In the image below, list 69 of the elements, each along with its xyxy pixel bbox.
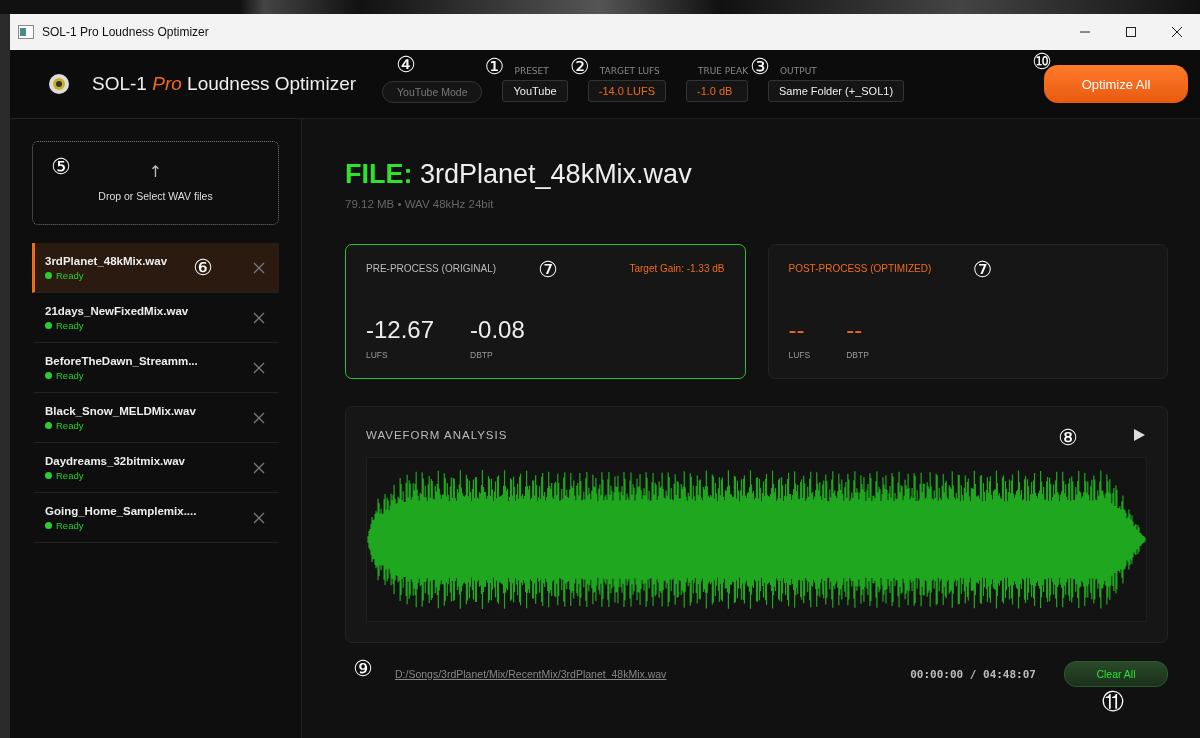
callout-number: ⑥ <box>193 257 213 279</box>
file-info: 79.12 MB • WAV 48kHz 24bit <box>345 198 495 210</box>
metric-value: -- <box>846 316 864 344</box>
playback-time: 00:00:00 / 04:48:07 <box>910 667 1036 681</box>
status-label: Ready <box>56 319 84 331</box>
mode-button[interactable]: YouTube Mode <box>382 81 483 103</box>
field-label: TRUE PEAK <box>696 66 749 78</box>
status-label: Ready <box>56 519 84 531</box>
field-label: PRESET <box>513 66 550 78</box>
drop-zone-label: Drop or Select WAV files <box>98 190 213 202</box>
card-title: POST-PROCESS (OPTIMIZED) <box>788 263 932 274</box>
callout-number: ① <box>484 56 505 78</box>
callout-number: ⑦ <box>538 259 558 281</box>
metric-value: -12.67 <box>366 316 435 344</box>
field-label: TARGET LUFS <box>598 66 661 78</box>
input-field[interactable]: -1.0 dB <box>685 80 749 102</box>
metric-value: -- <box>788 316 806 344</box>
status-dot <box>45 321 52 329</box>
target-gain: Target Gain: -1.33 dB <box>629 263 725 274</box>
metric-unit: DBTP <box>470 350 494 360</box>
status-dot <box>45 471 52 479</box>
app-title: SOL-1 Pro Loudness Optimizer <box>92 73 357 95</box>
status-label: Ready <box>56 419 84 431</box>
status-dot <box>45 271 52 279</box>
status-dot <box>45 421 52 429</box>
status-label: Ready <box>56 469 84 481</box>
clear-all-button[interactable]: Clear All <box>1064 661 1168 687</box>
file-name: 21days_NewFixedMix.wav <box>45 304 190 317</box>
file-item[interactable]: BeforeTheDawn_Streamm... Ready <box>32 343 279 393</box>
logo-icon <box>48 73 70 95</box>
file-title: FILE: 3rdPlanet_48kMix.wav <box>345 159 693 190</box>
file-item[interactable]: 3rdPlanet_48kMix.wav Ready ⑥ <box>32 243 279 293</box>
file-item[interactable]: Going_Home_Samplemix.... Ready <box>32 493 279 543</box>
file-item[interactable]: Black_Snow_MELDMix.wav Ready <box>32 393 279 443</box>
file-item[interactable]: Daydreams_32bitmix.wav Ready <box>32 443 279 493</box>
upload-arrow: ↑ <box>148 164 163 180</box>
waveform-title: WAVEFORM ANALYSIS <box>366 429 508 441</box>
status-label: Ready <box>56 369 84 381</box>
callout-number: ⑤ <box>51 156 71 178</box>
input-field[interactable]: YouTube <box>502 80 568 102</box>
file-name: Going_Home_Samplemix.... <box>45 504 198 517</box>
metric-value: -0.08 <box>470 316 525 344</box>
status-label: Ready <box>56 269 84 281</box>
input-field[interactable]: -14.0 LUFS <box>587 80 666 102</box>
maximize-icon[interactable] <box>1124 26 1138 38</box>
callout-number: ② <box>569 56 590 78</box>
callout-number: ③ <box>750 56 770 78</box>
status-dot <box>45 371 52 379</box>
input-field[interactable]: Same Folder (+_SOL1) <box>768 80 905 102</box>
file-name: BeforeTheDawn_Streamm... <box>45 354 199 367</box>
status-dot <box>45 521 52 529</box>
card-title: PRE-PROCESS (ORIGINAL) <box>366 263 497 274</box>
app-icon <box>18 25 34 39</box>
play-icon[interactable] <box>1131 427 1147 443</box>
window-title: SOL-1 Pro Loudness Optimizer <box>42 25 210 39</box>
callout-number: ④ <box>396 54 416 76</box>
metric-unit: LUFS <box>366 350 389 360</box>
close-icon[interactable] <box>1170 26 1184 38</box>
file-path-link[interactable]: D:/Songs/3rdPlanet/Mix/RecentMix/3rdPlanet_48kMix.wav <box>395 668 667 680</box>
field-label: OUTPUT <box>779 66 818 78</box>
metric-unit: DBTP <box>846 350 869 360</box>
metric-unit: LUFS <box>788 350 811 360</box>
callout-number: ⑦ <box>972 259 993 281</box>
callout-number: ⑨ <box>353 658 373 680</box>
file-name: Daydreams_32bitmix.wav <box>45 454 186 467</box>
callout-number: ⑪ <box>1102 691 1124 713</box>
file-item[interactable]: 21days_NewFixedMix.wav Ready <box>32 293 279 343</box>
file-name: Black_Snow_MELDMix.wav <box>45 404 197 417</box>
callout-number: ⑧ <box>1058 427 1078 449</box>
